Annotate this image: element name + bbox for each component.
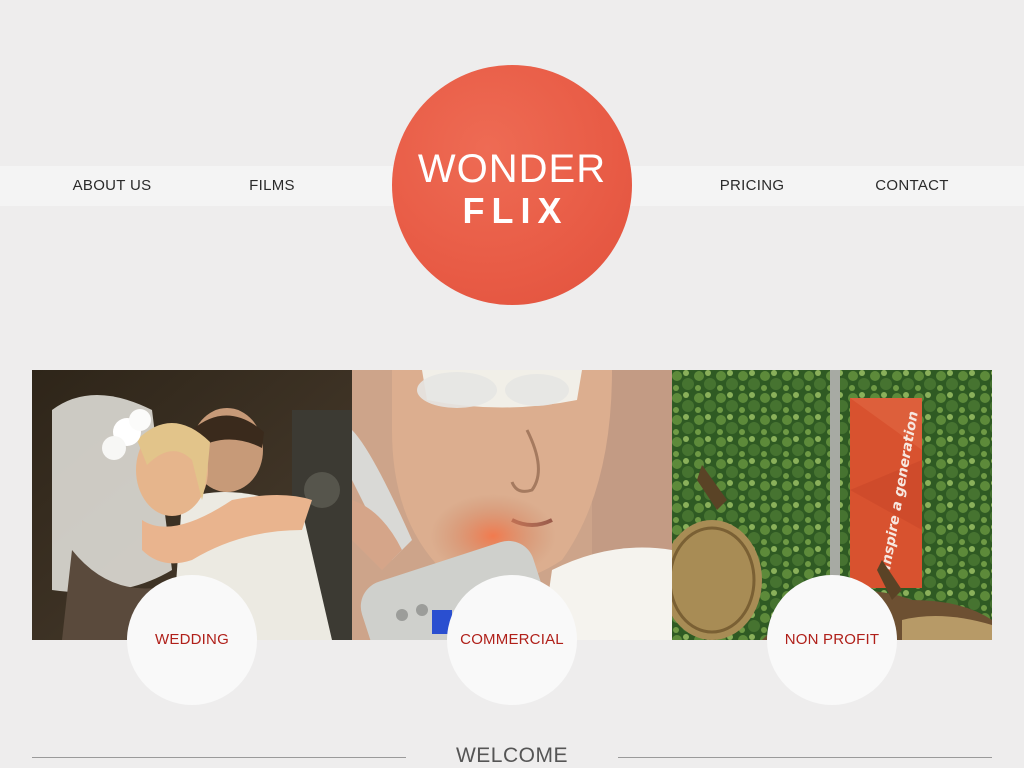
nav-pricing[interactable]: PRICING	[720, 166, 785, 206]
nav-contact[interactable]: CONTACT	[875, 166, 948, 206]
page: ABOUT US FILMS PRICING CONTACT WONDER FL…	[0, 0, 1024, 768]
logo[interactable]: WONDER FLIX	[392, 65, 632, 305]
logo-wordmark-top: WONDER	[417, 147, 607, 191]
category-nonprofit-button[interactable]: NON PROFIT	[767, 575, 897, 705]
logo-wordmark-bottom: FLIX	[462, 190, 569, 231]
nav-films[interactable]: FILMS	[249, 166, 295, 206]
category-commercial-button[interactable]: COMMERCIAL	[447, 575, 577, 705]
welcome-divider-right	[618, 757, 992, 758]
nav-about-us[interactable]: ABOUT US	[73, 166, 152, 206]
welcome-divider-left	[32, 757, 406, 758]
category-wedding-button[interactable]: WEDDING	[127, 575, 257, 705]
welcome-heading: WELCOME	[455, 744, 568, 767]
